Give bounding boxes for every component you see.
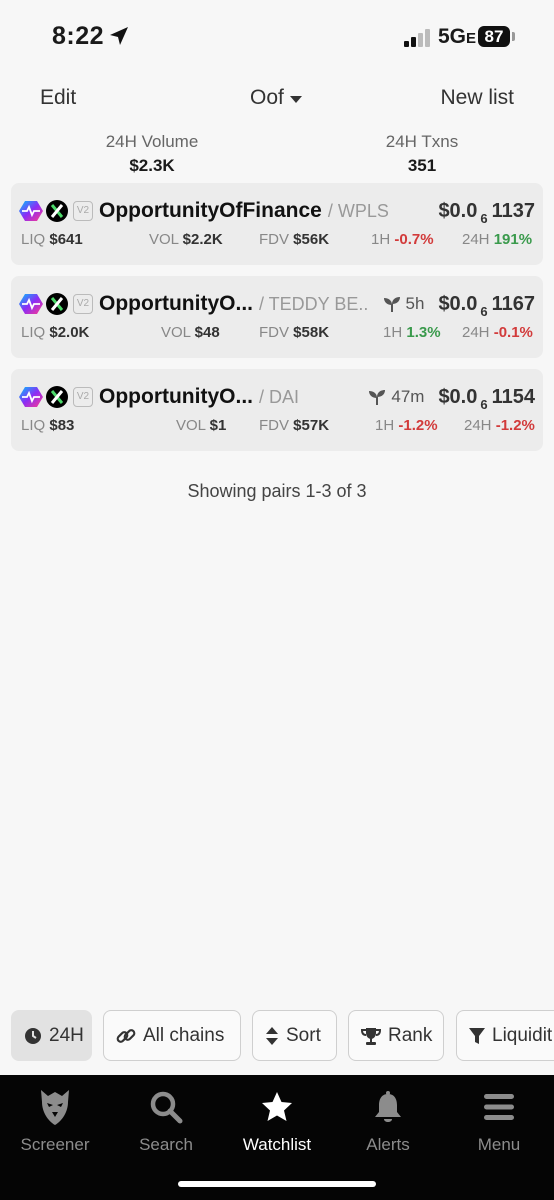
dex-version-badge: V2 xyxy=(73,294,93,314)
star-icon xyxy=(262,1092,292,1121)
nav-search[interactable]: Search xyxy=(111,1087,221,1155)
volume-value: $2.3K xyxy=(129,156,175,175)
volume-metric: VOL $48 xyxy=(161,324,220,341)
clock-icon xyxy=(25,1027,41,1044)
txns-stat: 24H Txns 351 xyxy=(352,132,492,176)
fdv-metric: FDV $58K xyxy=(259,324,330,341)
menu-icon xyxy=(484,1094,514,1120)
pair-base-name: OpportunityOfFinance xyxy=(99,199,322,222)
sprout-icon xyxy=(369,390,386,405)
pair-card[interactable]: V2 OpportunityOfFinance / WPLS $0.0 6 1137… xyxy=(11,183,543,265)
change-24h-metric: 24H -0.1% xyxy=(462,324,533,341)
battery-icon: 87 xyxy=(478,26,510,47)
dex-version-badge: V2 xyxy=(73,201,93,221)
status-bar: 8:22 5GE 87 xyxy=(0,0,554,72)
sprout-icon xyxy=(383,297,400,312)
pair-base-name: OpportunityO... xyxy=(99,292,253,315)
filter-icon xyxy=(469,1027,485,1044)
pulsechain-icon xyxy=(19,387,43,407)
signal-icon xyxy=(404,29,430,47)
pulsechain-icon xyxy=(19,201,43,221)
pair-quote-name: / WPLS xyxy=(327,200,389,221)
txns-value: 351 xyxy=(407,156,437,175)
volume-metric: VOL $2.2K xyxy=(149,231,223,248)
x-token-icon xyxy=(46,293,68,315)
liquidity-filter-button[interactable]: Liquidit xyxy=(456,1010,554,1061)
status-time: 8:22 xyxy=(52,22,105,50)
nav-alerts[interactable]: Alerts xyxy=(333,1087,443,1155)
rank-button[interactable]: Rank xyxy=(348,1010,444,1061)
eagle-icon xyxy=(41,1090,69,1125)
watchlist-name: Oof xyxy=(250,86,284,109)
pair-quote-name: / TEDDY BE.. xyxy=(258,293,369,314)
change-24h-metric: 24H 191% xyxy=(462,231,533,248)
watchlist-selector[interactable]: Oof xyxy=(250,86,302,110)
liquidity-metric: LIQ $83 xyxy=(21,417,75,434)
pair-quote-name: / DAI xyxy=(258,386,299,407)
location-arrow-icon xyxy=(110,27,128,45)
search-icon xyxy=(150,1091,183,1124)
pair-card[interactable]: V2 OpportunityO... / TEDDY BE.. 5h $0.0 6… xyxy=(11,276,543,358)
chains-filter-button[interactable]: All chains xyxy=(103,1010,241,1061)
change-1h-metric: 1H 1.3% xyxy=(383,324,441,341)
link-icon xyxy=(116,1028,136,1043)
nav-screener[interactable]: Screener xyxy=(0,1087,110,1155)
txns-label: 24H Txns xyxy=(385,132,459,151)
x-token-icon xyxy=(46,386,68,408)
pairs-count-text: Showing pairs 1-3 of 3 xyxy=(187,481,367,501)
change-24h-metric: 24H -1.2% xyxy=(464,417,535,434)
volume-label: 24H Volume xyxy=(105,132,199,151)
network-type: 5GE xyxy=(438,25,477,48)
battery-tip xyxy=(512,32,515,41)
x-token-icon xyxy=(46,200,68,222)
caret-down-icon xyxy=(289,95,302,103)
bell-icon xyxy=(375,1091,401,1122)
change-1h-metric: 1H -0.7% xyxy=(371,231,434,248)
pair-age: 5h xyxy=(383,294,424,314)
nav-menu[interactable]: Menu xyxy=(444,1087,554,1155)
change-1h-metric: 1H -1.2% xyxy=(375,417,438,434)
liquidity-metric: LIQ $641 xyxy=(21,231,83,248)
pair-price: $0.0 6 1167 xyxy=(438,292,535,319)
pair-price: $0.0 6 1137 xyxy=(438,199,535,226)
sort-icon xyxy=(266,1026,278,1045)
liquidity-metric: LIQ $2.0K xyxy=(21,324,90,341)
pair-card[interactable]: V2 OpportunityO... / DAI 47m $0.0 6 1154 L… xyxy=(11,369,543,451)
filter-bar: 24H All chains Sort Rank Liquidit xyxy=(11,1010,554,1062)
pair-age: 47m xyxy=(368,387,424,407)
edit-button[interactable]: Edit xyxy=(40,86,76,110)
pair-base-name: OpportunityO... xyxy=(99,385,253,408)
fdv-metric: FDV $56K xyxy=(259,231,330,248)
volume-metric: VOL $1 xyxy=(176,417,227,434)
nav-watchlist[interactable]: Watchlist xyxy=(222,1087,332,1155)
pair-price: $0.0 6 1154 xyxy=(438,385,535,412)
trophy-icon xyxy=(361,1027,381,1045)
pulsechain-icon xyxy=(19,294,43,314)
timeframe-filter-button[interactable]: 24H xyxy=(11,1010,92,1061)
home-indicator xyxy=(178,1181,376,1187)
fdv-metric: FDV $57K xyxy=(259,417,330,434)
sort-button[interactable]: Sort xyxy=(252,1010,337,1061)
dex-version-badge: V2 xyxy=(73,387,93,407)
volume-stat: 24H Volume $2.3K xyxy=(82,132,222,176)
new-list-button[interactable]: New list xyxy=(440,86,514,110)
